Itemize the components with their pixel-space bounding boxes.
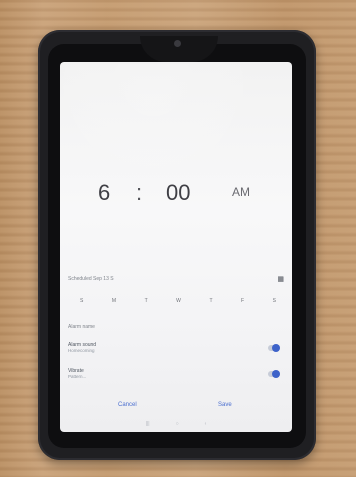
camera-icon xyxy=(174,40,181,47)
vibrate-subtitle: Pattern... xyxy=(68,374,87,379)
recent-apps-icon[interactable]: ||| xyxy=(146,421,150,427)
alarm-sound-toggle[interactable] xyxy=(268,344,280,352)
cancel-button[interactable]: Cancel xyxy=(118,402,137,408)
day-monday[interactable]: M xyxy=(112,298,116,304)
home-icon[interactable]: ○ xyxy=(176,421,179,427)
vibrate-toggle[interactable] xyxy=(268,370,280,378)
day-saturday[interactable]: S xyxy=(273,298,276,304)
alarm-name-label: Alarm name xyxy=(68,324,95,330)
screen-glare xyxy=(62,64,290,184)
ampm-value[interactable]: AM xyxy=(232,185,250,199)
repeat-label: Scheduled Sep 13 S xyxy=(68,276,114,282)
alarm-sound-subtitle: Homecoming xyxy=(68,348,95,353)
alarm-name-row[interactable]: Alarm name xyxy=(68,324,284,330)
day-friday[interactable]: F xyxy=(241,298,244,304)
day-selector[interactable]: S M T W T F S xyxy=(80,298,276,304)
day-sunday[interactable]: S xyxy=(80,298,83,304)
back-icon[interactable]: ‹ xyxy=(205,421,207,427)
day-wednesday[interactable]: W xyxy=(176,298,181,304)
repeat-row[interactable]: Scheduled Sep 13 S ▦ xyxy=(68,275,284,283)
save-button[interactable]: Save xyxy=(218,402,232,408)
day-thursday[interactable]: T xyxy=(209,298,212,304)
calendar-icon[interactable]: ▦ xyxy=(277,275,284,283)
time-row: 6 : 00 AM xyxy=(60,180,292,212)
day-tuesday[interactable]: T xyxy=(145,298,148,304)
navigation-bar: ||| ○ ‹ xyxy=(60,416,292,432)
